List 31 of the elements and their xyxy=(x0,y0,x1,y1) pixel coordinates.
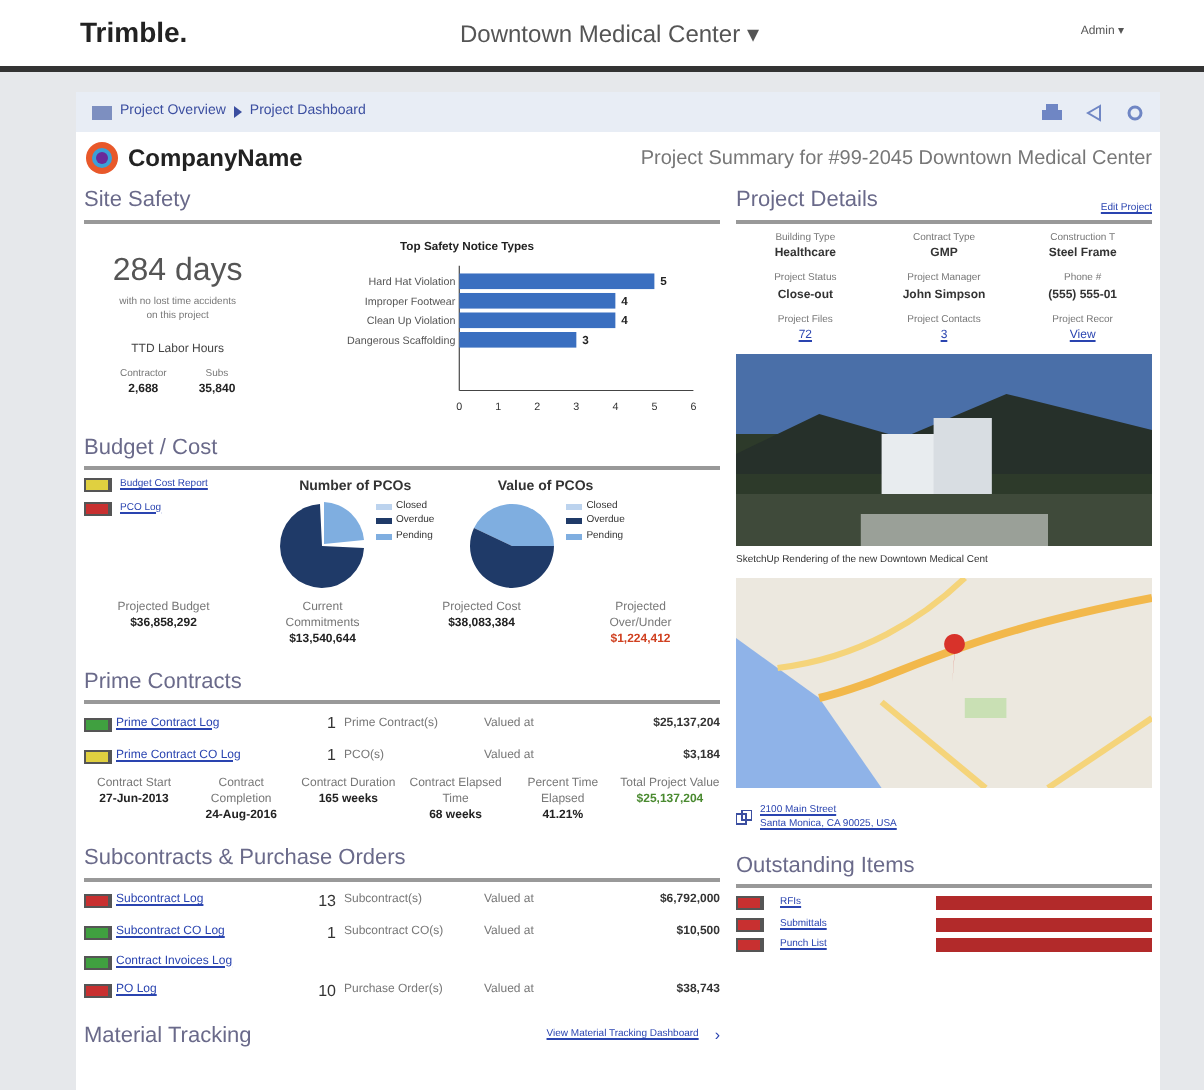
status-flag-icon xyxy=(736,896,764,911)
section-heading: Subcontracts & Purchase Orders xyxy=(84,844,406,874)
company-logo-icon xyxy=(84,140,120,176)
pie-chart-drawing xyxy=(276,499,368,591)
link-icon xyxy=(736,810,752,826)
project-selector[interactable]: Downtown Medical Center ▾ xyxy=(460,15,1081,51)
logo: Trimble. xyxy=(80,14,190,52)
chevron: › xyxy=(714,1023,720,1048)
grid-icon xyxy=(92,105,112,119)
section-heading: Outstanding Items xyxy=(736,851,915,881)
page-title: Project Summary for #99-2045 Downtown Medical Center xyxy=(640,145,1152,173)
section-heading: Prime Contracts xyxy=(84,667,242,697)
count: 1 xyxy=(325,712,338,736)
pie-chart-drawing xyxy=(466,499,559,591)
count: 10 xyxy=(316,979,338,1003)
section-heading: Site Safety xyxy=(84,186,191,216)
chart-bar xyxy=(458,331,576,347)
chevron-icon xyxy=(233,106,242,118)
count: 1 xyxy=(325,744,338,768)
section-heading: Project Details xyxy=(736,186,878,216)
status-flag-icon xyxy=(736,917,764,932)
count: 13 xyxy=(316,889,338,913)
back-arrow-icon[interactable] xyxy=(1086,103,1102,121)
status-flag-icon xyxy=(736,938,764,953)
refresh-icon[interactable] xyxy=(1126,103,1144,121)
printer-icon[interactable] xyxy=(1042,103,1062,121)
section-heading: Budget / Cost xyxy=(84,433,218,463)
company-name: CompanyName xyxy=(128,142,305,176)
count: 1 xyxy=(325,921,338,945)
section-heading: Material Tracking xyxy=(84,1021,254,1051)
days-count: 284 days xyxy=(112,251,243,291)
